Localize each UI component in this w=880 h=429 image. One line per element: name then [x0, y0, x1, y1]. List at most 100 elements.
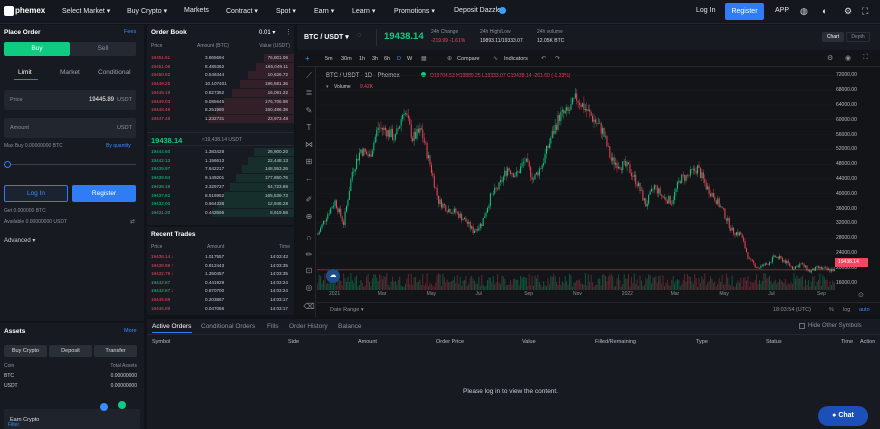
- ask-row[interactable]: 19448.46 8.251980 160,486.38: [147, 106, 292, 115]
- interval-w[interactable]: W: [407, 56, 412, 62]
- depth-view-tab[interactable]: Depth: [846, 32, 870, 42]
- goto-date-icon[interactable]: ⊙: [858, 291, 864, 299]
- ask-row[interactable]: 19451.61 3.865694 76,801.06: [147, 54, 292, 63]
- advanced-toggle[interactable]: Advanced ▾: [4, 237, 35, 244]
- screenshot-camera-icon[interactable]: ◉: [845, 54, 851, 62]
- language-globe-icon[interactable]: ◍: [800, 6, 808, 17]
- hide-other-label[interactable]: Hide Other Symbols: [808, 323, 862, 329]
- nav-markets[interactable]: Markets: [184, 7, 209, 14]
- nav-deposit-dazzle[interactable]: Deposit Dazzle: [454, 7, 501, 14]
- transfer-icon[interactable]: ⇄: [130, 218, 135, 225]
- date-range-select[interactable]: Date Range ▾: [330, 307, 364, 313]
- fees-link[interactable]: Fees: [124, 29, 136, 35]
- nav-earn[interactable]: Earn ▾: [314, 7, 334, 15]
- crosshair-icon[interactable]: +: [305, 54, 310, 63]
- interval-3h[interactable]: 3h: [372, 56, 378, 62]
- orderbook-menu-icon[interactable]: ⋮: [285, 28, 292, 36]
- time-axis[interactable]: 2021 Mar May Jul Sep Nov 2022 Mar May Jul Sep: [317, 290, 835, 300]
- bid-row[interactable]: 19432.00 0.664338 12,948.28: [147, 200, 292, 209]
- precision-select[interactable]: 0.01 ▾: [259, 29, 275, 36]
- zoom-in-icon[interactable]: ⊕: [302, 212, 316, 224]
- bid-row[interactable]: 19442.13 1.156613 22,448.13: [147, 157, 292, 166]
- pair-info-icon[interactable]: ◌: [357, 32, 361, 39]
- fullscreen-icon[interactable]: ⛶: [862, 6, 868, 17]
- ask-row[interactable]: 19449.03 9.085645 176,706.98: [147, 98, 292, 107]
- undo-icon[interactable]: ↶: [541, 55, 546, 62]
- ruler-icon[interactable]: ✐: [302, 195, 316, 207]
- ask-row[interactable]: 19450.62 0.546344 10,626.72: [147, 71, 292, 80]
- price-axis[interactable]: 72000.00 68000.00 64000.00 60000.00 56000.00…: [835, 68, 880, 290]
- candle-style-icon[interactable]: ▦: [421, 55, 427, 62]
- chart-view-tab[interactable]: Chart: [822, 32, 844, 42]
- trend-line-icon[interactable]: ⟋: [302, 71, 316, 83]
- interval-1h[interactable]: 1h: [359, 56, 365, 62]
- lock-icon[interactable]: ⊡: [302, 266, 316, 278]
- pair-selector[interactable]: BTC / USDT ▾: [304, 33, 349, 41]
- nav-promotions[interactable]: Promotions ▾: [394, 7, 435, 15]
- interval-5m[interactable]: 5m: [325, 56, 333, 62]
- app-link[interactable]: APP: [775, 7, 789, 14]
- bid-row[interactable]: 19438.19 3.329727 64,723.86: [147, 183, 292, 192]
- by-quantity-toggle[interactable]: By quantity: [106, 143, 131, 149]
- indicators-icon[interactable]: ∿: [493, 55, 498, 62]
- tab-conditional-orders[interactable]: Conditional Orders: [201, 323, 255, 330]
- conditional-tab[interactable]: Conditional: [98, 69, 131, 76]
- chart-fullscreen-icon[interactable]: ⛶: [863, 54, 868, 62]
- trade-row[interactable]: 19445.89 0.047066 14:03:17: [147, 305, 292, 314]
- trade-row[interactable]: 19445.89 0.203867 14:03:17: [147, 296, 292, 305]
- bid-row[interactable]: 19439.97 7.642217 148,553.26: [147, 165, 292, 174]
- sell-tab[interactable]: Sell: [70, 42, 136, 56]
- bid-row[interactable]: 19431.20 0.443595 8,619.58: [147, 209, 292, 218]
- settings-gear-icon[interactable]: ⚙: [844, 6, 852, 17]
- compare-button[interactable]: Compare: [457, 56, 480, 62]
- chart-settings-icon[interactable]: ⚙: [827, 54, 833, 62]
- tab-balance[interactable]: Balance: [338, 323, 362, 330]
- utc-clock[interactable]: 18:03:54 (UTC): [773, 307, 811, 313]
- draw-mode-icon[interactable]: ✏: [302, 250, 316, 262]
- log-scale-toggle[interactable]: log: [843, 307, 850, 313]
- auto-scale-toggle[interactable]: auto: [859, 307, 870, 313]
- trade-row[interactable]: 19442.87 ↓ 0.870700 14:03:24: [147, 287, 292, 296]
- trade-row[interactable]: 19432.79 ↓ 1.350457 14:03:35: [147, 270, 292, 279]
- interval-6h[interactable]: 6h: [384, 56, 390, 62]
- compare-plus-icon[interactable]: ⊕: [447, 55, 452, 62]
- trash-icon[interactable]: ⌫: [302, 302, 316, 314]
- trade-row[interactable]: 19442.87 0.441929 14:03:24: [147, 279, 292, 288]
- nav-select-market[interactable]: Select Market ▾: [62, 7, 110, 15]
- logo-text[interactable]: phemex: [15, 6, 45, 15]
- text-tool-icon[interactable]: T: [302, 123, 316, 135]
- nav-spot[interactable]: Spot ▾: [276, 7, 296, 15]
- earn-crypto-banner[interactable]: Earn Crypto: [4, 401, 140, 429]
- trade-row[interactable]: 19438.99 ↑ 0.812443 14:03:35: [147, 262, 292, 271]
- trade-row[interactable]: 19438.14 ↓ 1.017557 14:03:43: [147, 253, 292, 262]
- buy-tab[interactable]: Buy: [4, 42, 70, 56]
- phemex-logo-icon[interactable]: [4, 6, 14, 16]
- register-button[interactable]: Register: [725, 3, 764, 20]
- transfer-button[interactable]: Transfer: [94, 345, 137, 357]
- ask-row[interactable]: 19447.46 1.232731 23,973.48: [147, 115, 292, 124]
- price-input[interactable]: Price 19445.89 USDT: [4, 90, 136, 110]
- amount-slider-track[interactable]: [8, 164, 136, 165]
- eye-icon[interactable]: ◎: [302, 283, 316, 295]
- tab-active-orders[interactable]: Active Orders: [152, 323, 191, 330]
- filter-link[interactable]: Filter: [8, 422, 19, 428]
- limit-tab[interactable]: Limit: [18, 69, 32, 76]
- ask-row[interactable]: 19449.19 0.827352 16,091.32: [147, 89, 292, 98]
- fib-tool-icon[interactable]: ≣: [302, 88, 316, 100]
- back-arrow-icon[interactable]: ←: [302, 174, 316, 186]
- register-form-button[interactable]: Register: [72, 185, 136, 202]
- indicators-button[interactable]: Indicators: [504, 56, 528, 62]
- nav-buy-crypto[interactable]: Buy Crypto ▾: [127, 7, 167, 15]
- chat-button[interactable]: ● Chat: [818, 406, 868, 426]
- redo-icon[interactable]: ↷: [555, 55, 560, 62]
- percent-scale-toggle[interactable]: %: [829, 307, 834, 313]
- deposit-button[interactable]: Deposit: [49, 345, 92, 357]
- tab-order-history[interactable]: Order History: [289, 323, 328, 330]
- bid-row[interactable]: 19439.94 9.149201 177,850.76: [147, 174, 292, 183]
- hide-other-checkbox[interactable]: [799, 323, 805, 329]
- tab-fills[interactable]: Fills: [267, 323, 279, 330]
- prediction-tool-icon[interactable]: ⊞: [302, 157, 316, 169]
- buy-crypto-button[interactable]: Buy Crypto: [4, 345, 47, 357]
- price-chart[interactable]: [317, 68, 835, 290]
- magnet-icon[interactable]: ∩: [302, 233, 316, 245]
